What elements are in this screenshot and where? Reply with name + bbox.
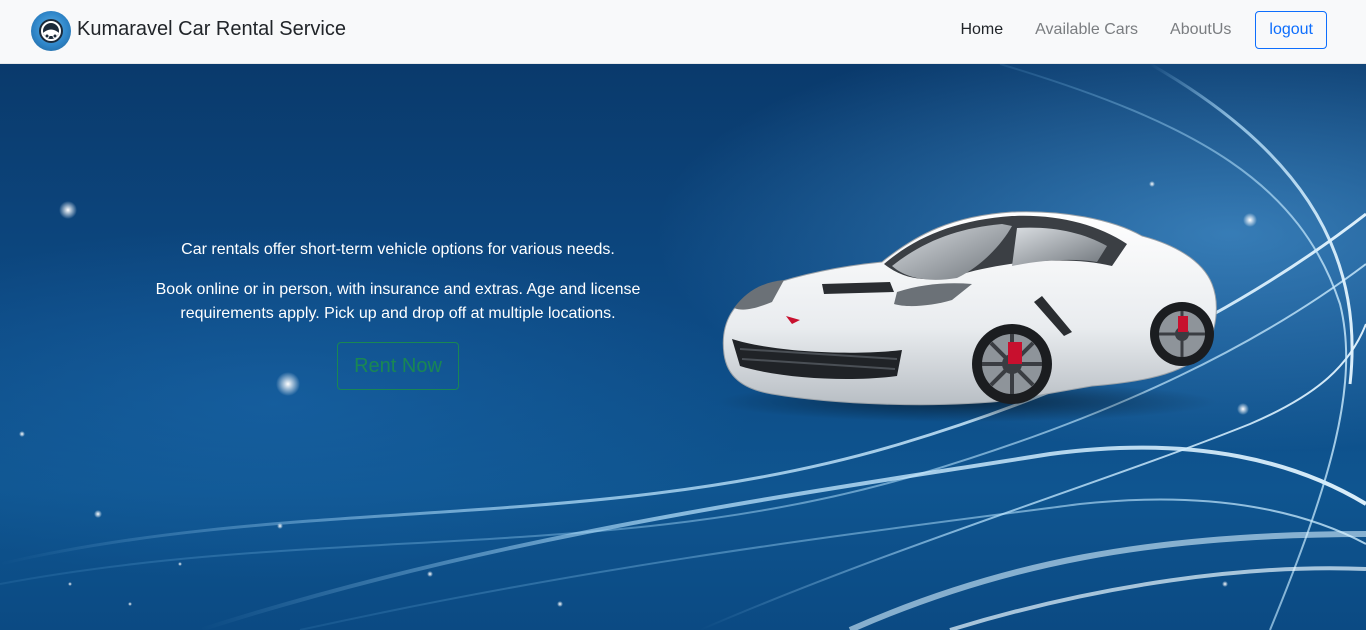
brand-link[interactable]: Kumaravel Car Rental Service — [31, 11, 346, 51]
nav-link-home[interactable]: Home — [944, 11, 1019, 49]
logout-button[interactable]: logout — [1255, 11, 1327, 49]
white-sports-car-image — [717, 211, 1217, 422]
rent-now-button[interactable]: Rent Now — [337, 342, 459, 390]
hero-paragraph-1: Car rentals offer short-term vehicle opt… — [181, 241, 615, 258]
hero-paragraph-2: Book online or in person, with insurance… — [155, 281, 641, 322]
brand-name: Kumaravel Car Rental Service — [77, 18, 346, 40]
hero-section: Car rentals offer short-term vehicle opt… — [0, 64, 1366, 630]
nav-link-available-cars[interactable]: Available Cars — [1019, 11, 1154, 49]
top-navbar: Kumaravel Car Rental Service Home Availa… — [0, 0, 1366, 64]
nav-link-about-us[interactable]: AboutUs — [1154, 11, 1247, 49]
hero-text-block: Car rentals offer short-term vehicle opt… — [138, 238, 658, 390]
car-steering-logo-icon — [31, 11, 71, 51]
nav-links: Home Available Cars AboutUs logout — [944, 11, 1327, 49]
